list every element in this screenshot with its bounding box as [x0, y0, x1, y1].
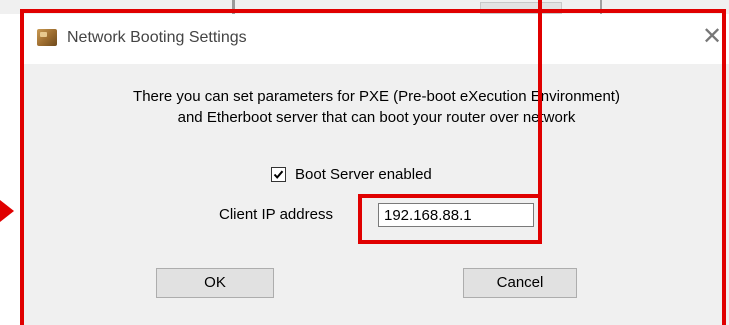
box-icon — [37, 29, 57, 46]
checkmark-icon — [273, 170, 284, 179]
annotation-arrow-icon — [0, 200, 14, 222]
cancel-button[interactable]: Cancel — [463, 268, 577, 298]
annotation-highlight-right — [538, 194, 542, 244]
ok-button[interactable]: OK — [156, 268, 274, 298]
client-ip-input[interactable] — [378, 203, 534, 227]
annotation-highlight-bottom — [358, 240, 542, 244]
annotation-frame-left — [20, 9, 24, 325]
close-icon: ✕ — [701, 23, 723, 50]
description-line-2: and Etherboot server that can boot your … — [177, 109, 576, 126]
boot-server-label: Boot Server enabled — [295, 166, 432, 183]
annotation-pointer-line — [538, 0, 542, 196]
annotation-frame-right — [722, 9, 726, 325]
window-title: Network Booting Settings — [67, 29, 247, 46]
annotation-frame-top — [20, 9, 726, 13]
annotation-highlight-left — [358, 194, 362, 244]
annotation-highlight-top — [358, 194, 542, 198]
client-ip-label: Client IP address — [219, 206, 333, 223]
title-bar[interactable]: Network Booting Settings ✕ — [23, 14, 729, 64]
description: There you can set parameters for PXE (Pr… — [23, 86, 729, 128]
network-booting-dialog: Network Booting Settings ✕ There you can… — [22, 14, 729, 325]
boot-server-checkbox[interactable] — [271, 167, 286, 182]
description-line-1: There you can set parameters for PXE (Pr… — [133, 88, 620, 105]
